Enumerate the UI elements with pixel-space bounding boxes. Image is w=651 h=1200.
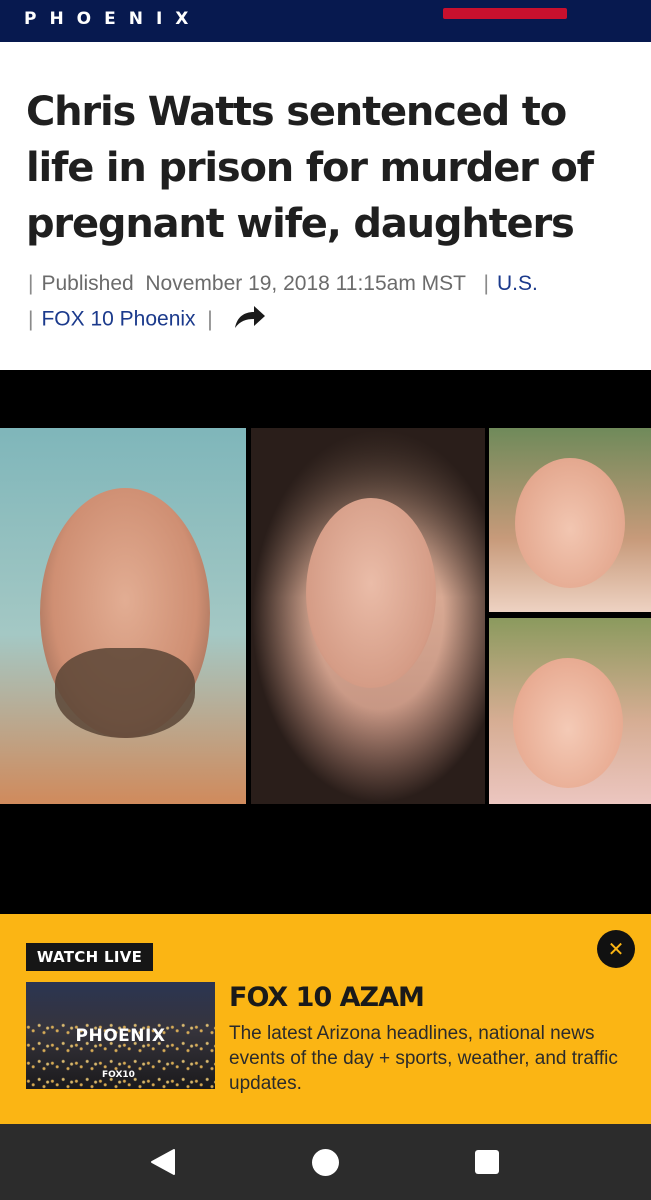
brand-logo[interactable]: PHOENIX: [24, 9, 201, 29]
divider: |: [28, 307, 34, 331]
recents-square-icon[interactable]: [475, 1150, 499, 1174]
daughter-photo-bottom: [489, 618, 651, 804]
fox10-logo: FOX10: [102, 1070, 135, 1080]
daughter-photo-top: [489, 428, 651, 612]
system-nav-bar: [0, 1124, 651, 1200]
mugshot-photo: [0, 428, 246, 804]
watch-live-badge: WATCH LIVE: [26, 943, 153, 971]
thumbnail-city-label: PHOENIX: [75, 1026, 166, 1046]
home-circle-icon[interactable]: [312, 1149, 339, 1176]
promo-description: The latest Arizona headlines, national n…: [229, 1023, 618, 1094]
article-meta-line: | Published November 19, 2018 11:15am MST…: [28, 272, 538, 296]
divider: |: [477, 272, 489, 295]
published-label: Published: [41, 272, 134, 295]
source-link[interactable]: FOX 10 Phoenix: [41, 308, 195, 331]
article-source-line: | FOX 10 Phoenix |: [28, 304, 267, 336]
category-link[interactable]: U.S.: [497, 272, 538, 295]
divider: |: [201, 307, 213, 331]
live-thumbnail[interactable]: PHOENIX FOX10: [26, 982, 215, 1089]
top-brand-bar: PHOENIX: [0, 0, 651, 42]
divider: |: [28, 272, 34, 295]
published-date: November 19, 2018 11:15am MST: [145, 272, 466, 295]
promo-title[interactable]: FOX 10 AZAM: [229, 982, 425, 1013]
close-icon[interactable]: ✕: [597, 930, 635, 968]
share-arrow-icon[interactable]: [233, 304, 267, 336]
watch-live-banner[interactable]: WATCH LIVE ✕ PHOENIX FOX10 FOX 10 AZAM T…: [0, 914, 651, 1124]
wife-photo: [251, 428, 485, 804]
back-triangle-icon[interactable]: [150, 1148, 176, 1180]
article-headline: Chris Watts sentenced to life in prison …: [26, 89, 594, 247]
brand-accent-bar: [443, 8, 567, 19]
article-image[interactable]: [0, 370, 651, 914]
